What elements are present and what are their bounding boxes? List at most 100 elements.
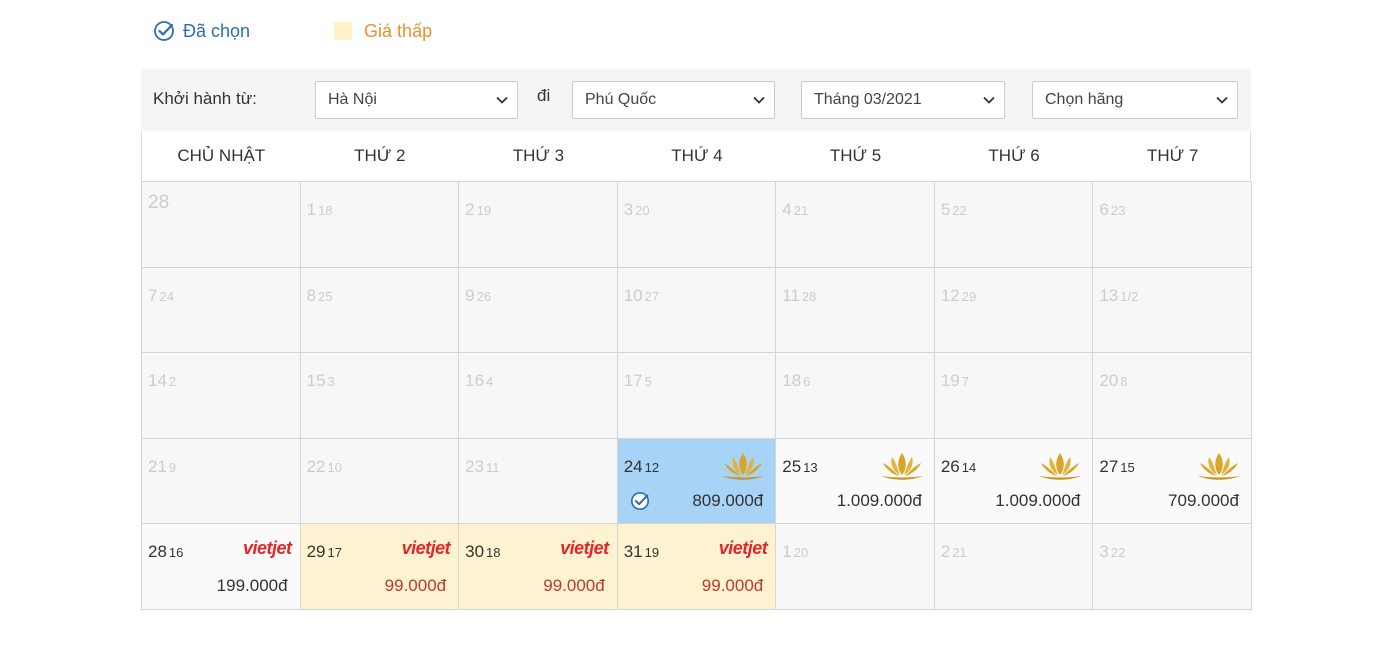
vietjet-logo-icon: vietjet [401,538,451,559]
calendar-day-cell: 16 4 [459,353,618,439]
calendar-day-cell[interactable]: 27 15 709.000đ [1093,438,1252,525]
calendar-day-cell[interactable]: 29 17 vietjet 99.000đ [300,524,460,610]
calendar-grid: 28 1 18 2 19 3 20 4 21 5 22 6 23 7 24 8 25 9 26 10 27 11 28 12 2… [141,181,1252,610]
calendar-day-cell[interactable]: 28 16 vietjet 199.000đ [142,524,301,610]
lunar-date: 10 [327,459,342,475]
chevron-down-icon [496,96,508,104]
day-number: 9 26 [465,285,492,305]
lunar-date: 26 [476,288,492,304]
calendar-day-cell: 19 7 [934,353,1094,439]
day-number: 30 18 [465,542,501,562]
month-select[interactable]: Tháng 03/2021 [801,81,1005,119]
calendar-day-cell: 219 [459,182,618,268]
calendar-day-cell: 13 1/2 [1093,267,1252,354]
fare-price: 1.009.000đ [995,490,1081,510]
chevron-down-icon [983,96,995,104]
day-number: 27 15 [1099,456,1135,476]
lunar-date: 2 [168,374,177,390]
check-circle-icon [630,491,650,511]
lunar-date: 25 [318,288,333,304]
to-select[interactable]: Phú Quốc [572,81,775,119]
lunar-date: 5 [644,374,652,390]
calendar-day-cell: 3 22 [1093,524,1252,610]
lunar-date: 23 [1110,203,1126,218]
weekday-header: CHỦ NHẬT THỨ 2 THỨ 3 THỨ 4 THỨ 5 THỨ 6 T… [141,131,1251,181]
legend-cheap: Giá thấp [334,21,432,42]
lunar-date: 22 [1110,545,1126,561]
calendar-day-cell: 1 20 [776,524,935,610]
day-number: 28 [148,192,170,213]
month-select-value: Tháng 03/2021 [814,91,922,108]
day-number: 20 8 [1099,371,1128,391]
depart-label: Khởi hành từ: [153,89,257,108]
lunar-date: 16 [168,545,184,561]
lunar-date: 6 [803,374,811,390]
lunar-date: 21 [952,545,967,561]
day-number: 1 18 [306,200,333,219]
day-number: 8 25 [306,285,333,305]
lunar-date: 12 [644,459,660,475]
weekday-label: THỨ 3 [512,146,565,165]
vietjet-logo-icon: vietjet [560,538,609,559]
calendar-day-cell[interactable]: 31 19 vietjet 99.000đ [617,524,777,610]
calendar-day-cell: 17 5 [617,353,777,439]
calendar-day-cell: 10 27 [617,267,777,354]
legend-selected-label: Đã chọn [183,20,251,41]
lunar-date: 27 [644,288,660,304]
calendar-day-cell[interactable]: 30 18 vietjet 99.000đ [459,524,618,610]
day-number: 23 11 [465,456,500,476]
fare-price: 199.000đ [216,576,288,596]
lunar-date: 4 [486,374,494,390]
calendar-day-cell: 22 10 [300,438,460,525]
calendar-day-cell: 9 26 [459,267,618,354]
weekday-label: THỨ 7 [1146,146,1199,165]
lunar-date: 28 [801,288,817,304]
lunar-date: 29 [961,288,977,304]
filter-bar: Khởi hành từ: Hà Nội đi Phú Quốc Tháng 0… [141,69,1251,131]
calendar-day-cell: 28 [142,182,301,268]
day-number: 14 2 [148,371,177,391]
day-number: 10 27 [623,285,660,305]
lunar-date: 1/2 [1120,288,1139,304]
calendar-day-cell: 18 6 [776,353,935,439]
lunar-date: 20 [793,545,809,561]
day-number: 29 17 [306,542,342,562]
weekday-label: THỨ 5 [829,146,882,165]
from-select[interactable]: Hà Nội [315,81,518,119]
fare-price: 709.000đ [1168,490,1239,510]
legend-selected: Đã chọn [153,20,250,42]
vietjet-logo-icon: vietjet [243,538,292,559]
calendar-day-cell[interactable]: 26 14 1.009.000đ [934,438,1094,525]
calendar-day-cell: 14 2 [142,353,301,439]
lunar-date: 15 [1120,459,1135,475]
calendar-day-cell[interactable]: 24 12 809.000đ [617,438,777,525]
fare-price: 1.009.000đ [836,490,922,510]
airline-select[interactable]: Chọn hãng [1032,81,1238,119]
day-number: 3 20 [623,200,650,219]
lunar-date: 22 [952,203,967,218]
calendar-day-cell[interactable]: 25 13 1.009.000đ [776,438,935,525]
calendar-day-cell: 7 24 [142,267,301,354]
day-number: 219 [465,200,492,219]
day-number: 219 [148,456,177,476]
from-select-value: Hà Nội [328,91,377,108]
chevron-down-icon [1216,96,1228,104]
day-number: 11 28 [782,285,817,305]
day-number: 4 21 [782,200,809,219]
day-number: 24 12 [623,456,660,476]
cheap-swatch-icon [334,22,353,40]
day-number: 13 1/2 [1099,285,1139,305]
vietjet-logo-icon: vietjet [718,538,768,559]
fare-price: 99.000đ [701,576,764,596]
day-number: 15 3 [306,371,335,391]
weekday-label: THỨ 2 [354,146,406,165]
lunar-date: 18 [486,545,501,561]
lunar-date: 20 [635,203,650,218]
day-number: 19 7 [940,371,969,391]
day-number: 16 4 [465,371,494,391]
day-number: 18 6 [782,371,811,391]
lunar-date: 13 [803,459,818,475]
lunar-date: 8 [1120,374,1128,390]
weekday-label: CHỦ NHẬT [177,146,266,165]
weekday-label: THỨ 6 [988,146,1040,165]
